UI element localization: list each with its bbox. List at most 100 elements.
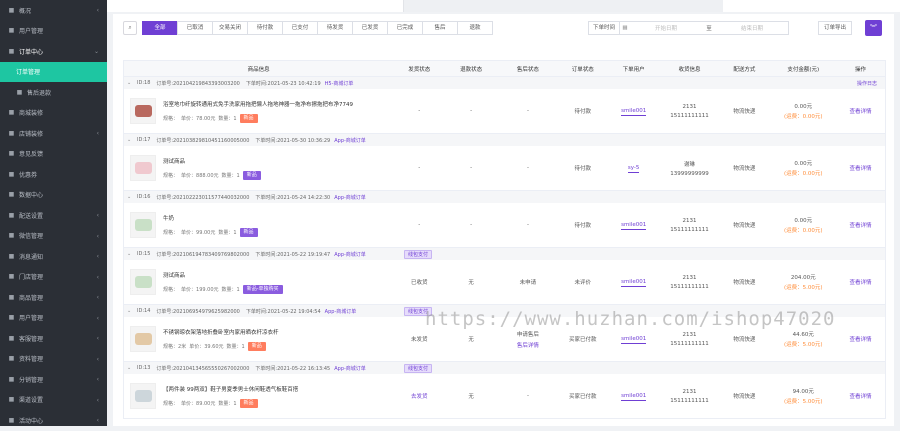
payment-tag: 线包支付 (404, 306, 433, 316)
product-meta: 规格： 单价：78.00元 数量：1 新品 (163, 113, 353, 123)
status-tab[interactable]: 退款 (457, 21, 493, 35)
status-tab[interactable]: 已完成 (387, 21, 423, 35)
order-id: ID:13 (137, 365, 151, 371)
start-date-input[interactable]: 开始日期 (630, 24, 702, 32)
order-body: 不锈钢晾衣架落地折叠卧室内家用晒衣杆凉衣杆 规格：2米 单价：39.60元 数量：1 新… (124, 317, 885, 361)
truck-icon: ■ (8, 211, 15, 219)
sidebar-item[interactable]: ■ 售后退款 (0, 82, 107, 103)
sidebar-item-label: 用户管理 (19, 315, 44, 323)
column-header: 订单状态 (571, 66, 594, 73)
chevron-icon: ‹ (96, 294, 99, 301)
order-body: 浴室地巾纤旋转通用式免手洗家用拖把懒人拖地神器一拖净布擦拖把布净7749 规格：单… (124, 89, 885, 133)
goods-icon: ■ (8, 293, 15, 301)
search-icon[interactable]: ⌕ (123, 21, 137, 35)
sidebar-item[interactable]: ■ 店铺装修 ‹ (0, 123, 107, 144)
view-detail-button[interactable]: 查看详情 (850, 280, 872, 286)
sidebar-item[interactable]: ■ 客服管理 ‹ (0, 328, 107, 349)
shipping-status-cell: 去发货 (393, 392, 445, 400)
chevron-down-icon[interactable]: ⌄ (127, 80, 137, 86)
status-tab[interactable]: 已支付 (282, 21, 318, 35)
chevron-down-icon[interactable]: ⌄ (127, 194, 137, 200)
sidebar-item[interactable]: ■ 商城装修 (0, 103, 107, 124)
status-tab[interactable]: 全部 (142, 21, 178, 35)
order-user[interactable]: smile001 (621, 108, 647, 116)
order-number: 订单号:202104134565550267002000 (156, 365, 250, 372)
sidebar-item[interactable]: ■ 概况 ‹ (0, 0, 107, 21)
view-detail-button[interactable]: 查看详情 (850, 337, 872, 343)
sidebar-item[interactable]: ■ 数据中心 (0, 185, 107, 206)
status-tab[interactable]: 已发货 (352, 21, 388, 35)
sidebar-item-label: 资料管理 (19, 356, 44, 364)
chevron-down-icon[interactable]: ︾ (865, 20, 882, 36)
status-tab[interactable]: 已取消 (177, 21, 213, 35)
sidebar-item[interactable]: ■ 商品管理 ‹ (0, 287, 107, 308)
receiver-cell: 2131 15111111111 (661, 332, 719, 347)
order-user[interactable]: smile001 (621, 279, 647, 287)
orders-table: 商品信息 发货状态 退款状态 售后状态 订单状态 下单用户 收货信息 配送方式 支付金额(元) 操… (123, 60, 886, 419)
chevron-down-icon[interactable]: ⌄ (127, 137, 137, 143)
sidebar-item[interactable]: ■ 消息通知 ‹ (0, 246, 107, 267)
order-user[interactable]: smile001 (621, 393, 647, 401)
paid-amount: 44.60元 (792, 332, 814, 338)
column-header: 下单用户 (622, 66, 645, 73)
product-thumbnail (130, 98, 156, 124)
order-status-cell: 待付款 (559, 107, 607, 115)
sidebar-item[interactable]: ■ 用户管理 ‹ (0, 308, 107, 329)
chevron-down-icon[interactable]: ⌄ (127, 365, 137, 371)
sidebar-item[interactable]: ■ 渠道设置 ‹ (0, 390, 107, 411)
sidebar-item[interactable]: 订单管理 (0, 61, 107, 82)
sidebar-item[interactable]: ■ 微信管理 ‹ (0, 226, 107, 247)
file-icon: ■ (8, 355, 15, 363)
view-detail-button[interactable]: 查看详情 (850, 166, 872, 172)
status-tab[interactable]: 交易关闭 (212, 21, 248, 35)
sidebar-item[interactable]: ■ 分销管理 ‹ (0, 369, 107, 390)
order-user[interactable]: sy-5 (627, 165, 640, 173)
sidebar-item[interactable]: ■ 门店管理 ‹ (0, 267, 107, 288)
status-tab[interactable]: 待发货 (317, 21, 353, 35)
sidebar-item[interactable]: ■ 优惠券 (0, 164, 107, 185)
sidebar-item[interactable]: ■ 用户管理 (0, 21, 107, 42)
end-date-input[interactable]: 结束日期 (716, 24, 788, 32)
sidebar-item[interactable]: ■ 资料管理 ‹ (0, 349, 107, 370)
sidebar-item[interactable]: ■ 意见反馈 (0, 144, 107, 165)
order-user[interactable]: smile001 (621, 336, 647, 344)
brush-icon: ■ (8, 129, 15, 137)
chevron-icon: ‹ (96, 130, 99, 137)
status-tab[interactable]: 售后 (422, 21, 458, 35)
product-spec: 规格：2米 (163, 343, 187, 350)
view-detail-button[interactable]: 查看详情 (850, 109, 872, 115)
product-spec: 规格： (163, 115, 179, 122)
user-icon: ■ (8, 314, 15, 322)
export-orders-button[interactable]: 订单导出 (818, 21, 853, 35)
date-label: 下单时间 (589, 22, 621, 34)
chevron-down-icon[interactable]: ⌄ (127, 251, 137, 257)
operation-log-link[interactable]: 操作日志 (857, 80, 877, 87)
status-filter-bar: ⌕ 全部 已取消 交易关闭 待付款 已支付 待发货 已发货 已完成 售后 退款 (123, 21, 493, 35)
receiver-phone: 15111111111 (670, 340, 709, 347)
sidebar-item[interactable]: ■ 订单中心 ⌄ (0, 41, 107, 62)
payment-tag: 线包支付 (404, 363, 433, 373)
order-number: 订单号:202103829810451160005000 (156, 137, 250, 144)
order-time: 下单时间:2021-05-22 16:13:45 (255, 365, 331, 372)
order-status: 待付款 (574, 223, 592, 229)
product-badge: 新品 (239, 227, 258, 237)
receiver-name: 2131 (682, 331, 697, 338)
order-user-cell: smile001 (607, 108, 661, 116)
view-detail-button[interactable]: 查看详情 (850, 223, 872, 229)
sidebar-item[interactable]: ■ 活动中心 ‹ (0, 410, 107, 431)
delivery-method: 物流快递 (733, 166, 756, 172)
delivery-method: 物流快递 (733, 280, 756, 286)
after-sale-detail-link[interactable]: 售后详情 (497, 341, 559, 349)
date-range-picker[interactable]: 下单时间 ▦ 开始日期 至 结束日期 (588, 21, 790, 35)
shipping-status[interactable]: 去发货 (411, 394, 428, 400)
order-user[interactable]: smile001 (621, 222, 647, 230)
order-number: 订单号:202106954979625982000 (156, 308, 240, 315)
view-detail-button[interactable]: 查看详情 (850, 394, 872, 400)
status-tab[interactable]: 待付款 (247, 21, 283, 35)
sidebar-item[interactable]: ■ 配送设置 ‹ (0, 205, 107, 226)
product-info: 【两件装 99两双】鞋子男夏季男士休闲鞋透气板鞋百搭 规格： 单价：89.00元 数量… (124, 383, 393, 409)
chevron-down-icon[interactable]: ⌄ (127, 308, 137, 314)
after-sale-status-cell: 未申请 (497, 278, 559, 286)
after-sale-status-cell: - (497, 108, 559, 114)
paid-amount: 0.00元 (794, 104, 813, 110)
